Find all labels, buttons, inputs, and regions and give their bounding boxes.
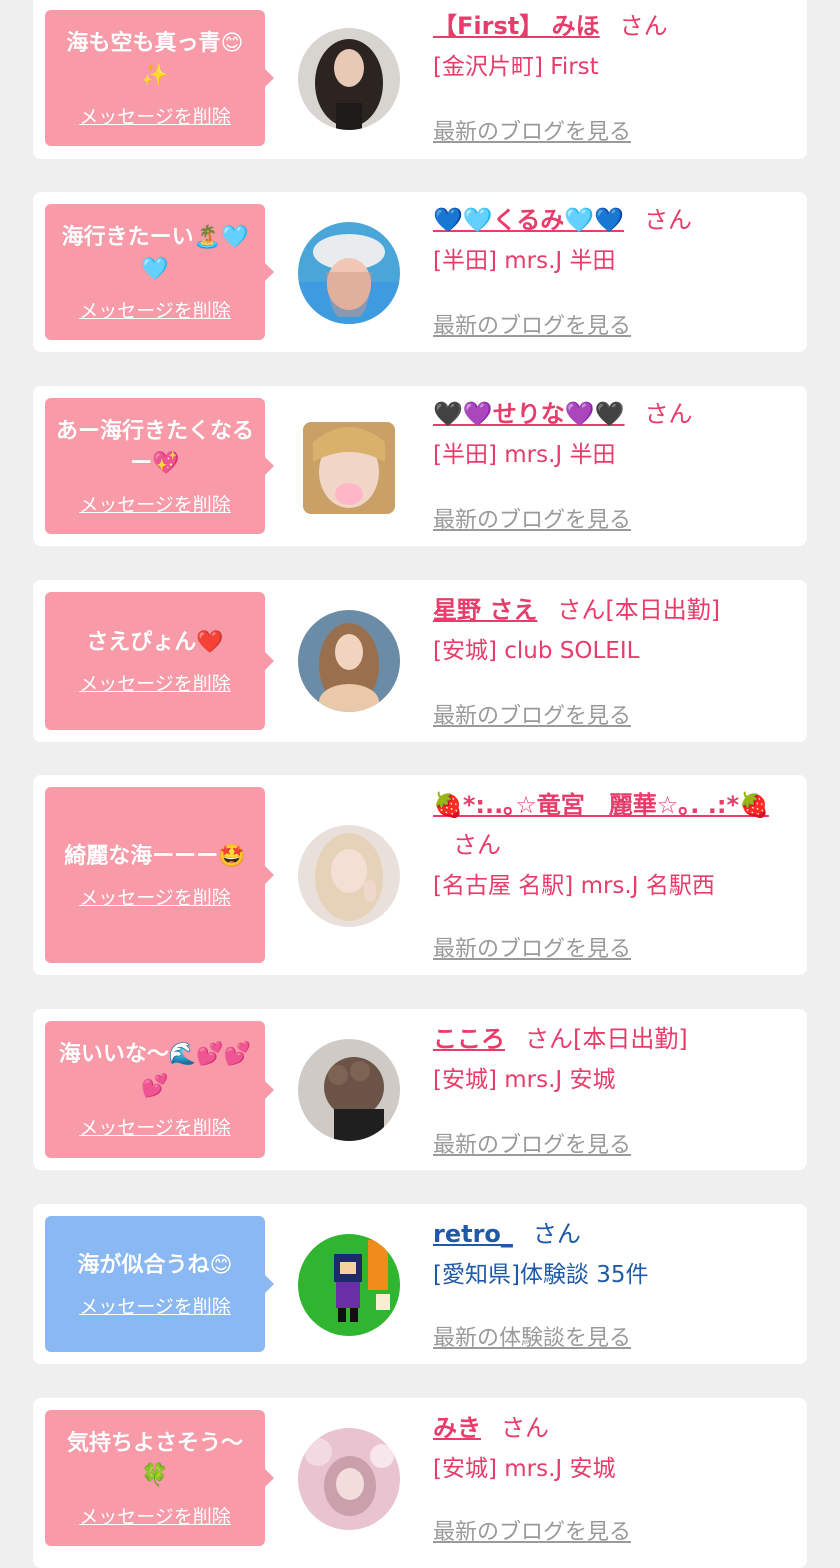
blog-link[interactable]: 最新のブログを見る — [433, 1514, 631, 1546]
blog-link[interactable]: 最新の体験談を見る — [433, 1320, 631, 1352]
avatar[interactable] — [298, 610, 400, 712]
honorific: さん[本日出勤] — [557, 596, 721, 624]
user-name-link[interactable]: 【First】 みほ — [433, 12, 600, 40]
message-bubble: 海も空も真っ青😊✨ メッセージを削除 — [45, 10, 274, 146]
message-text: 海いいな〜🌊💕💕💕 — [58, 1042, 252, 1099]
user-name-link[interactable]: 🖤💜せりな💜🖤 — [433, 400, 625, 428]
shop-text: [安城] mrs.J 安城 — [433, 1067, 616, 1093]
shop-text: [金沢片町] First — [433, 54, 599, 80]
avatar[interactable] — [298, 28, 400, 130]
message-card: 気持ちよさそう〜🍀 メッセージを削除 みき さん [安城] mrs.J 安城 最新… — [33, 1398, 807, 1568]
message-text: 海が似合うね😊 — [77, 1252, 233, 1278]
honorific: さん[本日出勤] — [525, 1025, 688, 1053]
user-name-link[interactable]: retro_ — [433, 1220, 513, 1248]
user-info: 【First】 みほ さん [金沢片町] First — [433, 6, 787, 84]
message-card: さえぴょん❤️ メッセージを削除 星野 さえ さん[本日出勤] [安城] club… — [33, 580, 807, 742]
delete-message-link[interactable]: メッセージを削除 — [79, 1292, 231, 1319]
user-info: 💙🩵くるみ🩵💙 さん [半田] mrs.J 半田 — [433, 200, 787, 278]
message-bubble: 気持ちよさそう〜🍀 メッセージを削除 — [45, 1410, 274, 1546]
shop-text: [半田] mrs.J 半田 — [433, 248, 616, 274]
user-name-link[interactable]: みき — [433, 1414, 481, 1442]
blog-link[interactable]: 最新のブログを見る — [433, 1127, 631, 1159]
delete-message-link[interactable]: メッセージを削除 — [79, 883, 231, 910]
user-info: 星野 さえ さん[本日出勤] [安城] club SOLEIL — [433, 590, 787, 668]
delete-message-link[interactable]: メッセージを削除 — [79, 1502, 231, 1529]
user-info: こころ さん[本日出勤] [安城] mrs.J 安城 — [433, 1019, 787, 1097]
avatar[interactable] — [298, 222, 400, 324]
message-card: 海いいな〜🌊💕💕💕 メッセージを削除 こころ さん[本日出勤] [安城] mrs.… — [33, 1009, 807, 1170]
delete-message-link[interactable]: メッセージを削除 — [79, 669, 231, 696]
message-text: 海行きたーい🏝️🩵🩵 — [61, 224, 249, 282]
blog-link[interactable]: 最新のブログを見る — [433, 308, 631, 340]
avatar[interactable] — [298, 1234, 400, 1336]
honorific: さん — [532, 1220, 581, 1248]
message-text: 海も空も真っ青😊✨ — [66, 30, 244, 88]
honorific: さん — [501, 1414, 549, 1442]
blog-link[interactable]: 最新のブログを見る — [433, 502, 631, 534]
avatar[interactable] — [298, 825, 400, 927]
shop-text: [安城] club SOLEIL — [433, 638, 640, 664]
honorific: さん — [619, 12, 668, 40]
message-bubble: 綺麗な海ーーー🤩 メッセージを削除 — [45, 787, 274, 963]
avatar[interactable] — [298, 1428, 400, 1530]
user-name-link[interactable]: 🍓*:..｡☆竜宮 麗華☆｡. .:*🍓 — [433, 791, 769, 819]
delete-message-link[interactable]: メッセージを削除 — [79, 296, 231, 323]
shop-text: [安城] mrs.J 安城 — [433, 1456, 616, 1482]
message-card: 海も空も真っ青😊✨ メッセージを削除 【First】 みほ さん [金沢片町] F… — [33, 0, 807, 159]
message-text: 綺麗な海ーーー🤩 — [64, 843, 246, 869]
user-info: retro_ さん [愛知県]体験談 35件 — [433, 1214, 787, 1292]
user-info: みき さん [安城] mrs.J 安城 — [433, 1408, 787, 1486]
delete-message-link[interactable]: メッセージを削除 — [79, 490, 231, 517]
message-card: 綺麗な海ーーー🤩 メッセージを削除 🍓*:..｡☆竜宮 麗華☆｡. .:*🍓 さん… — [33, 775, 807, 975]
message-bubble: あー海行きたくなるー💖 メッセージを削除 — [45, 398, 274, 534]
message-bubble: 海いいな〜🌊💕💕💕 メッセージを削除 — [45, 1021, 274, 1158]
user-info: 🍓*:..｡☆竜宮 麗華☆｡. .:*🍓 さん [名古屋 名駅] mrs.J 名駅… — [433, 785, 787, 903]
message-card: 海が似合うね😊 メッセージを削除 retro_ さん [愛知県]体験談 35件 最… — [33, 1204, 807, 1364]
avatar[interactable] — [303, 422, 395, 514]
delete-message-link[interactable]: メッセージを削除 — [79, 102, 231, 129]
user-name-link[interactable]: こころ — [433, 1025, 505, 1053]
user-name-link[interactable]: 星野 さえ — [433, 596, 537, 624]
blog-link[interactable]: 最新のブログを見る — [433, 931, 631, 963]
message-card: あー海行きたくなるー💖 メッセージを削除 🖤💜せりな💜🖤 さん [半田] mrs.… — [33, 386, 807, 546]
user-name-link[interactable]: 💙🩵くるみ🩵💙 — [433, 206, 624, 234]
message-bubble: さえぴょん❤️ メッセージを削除 — [45, 592, 274, 730]
blog-link[interactable]: 最新のブログを見る — [433, 114, 631, 146]
honorific: さん — [644, 206, 693, 234]
avatar[interactable] — [298, 1039, 400, 1141]
delete-message-link[interactable]: メッセージを削除 — [79, 1113, 231, 1140]
message-card: 海行きたーい🏝️🩵🩵 メッセージを削除 💙🩵くるみ🩵💙 さん [半田] mrs.J… — [33, 192, 807, 352]
honorific: さん — [644, 400, 693, 428]
shop-text: [半田] mrs.J 半田 — [433, 442, 616, 468]
message-bubble: 海行きたーい🏝️🩵🩵 メッセージを削除 — [45, 204, 274, 340]
message-text: さえぴょん❤️ — [86, 629, 224, 655]
shop-text: [愛知県]体験談 35件 — [433, 1262, 649, 1288]
message-text: 気持ちよさそう〜🍀 — [66, 1430, 243, 1488]
shop-text: [名古屋 名駅] mrs.J 名駅西 — [433, 873, 715, 899]
message-bubble: 海が似合うね😊 メッセージを削除 — [45, 1216, 274, 1352]
honorific: さん — [453, 831, 501, 859]
message-text: あー海行きたくなるー💖 — [55, 418, 254, 476]
blog-link[interactable]: 最新のブログを見る — [433, 698, 631, 730]
user-info: 🖤💜せりな💜🖤 さん [半田] mrs.J 半田 — [433, 394, 787, 472]
